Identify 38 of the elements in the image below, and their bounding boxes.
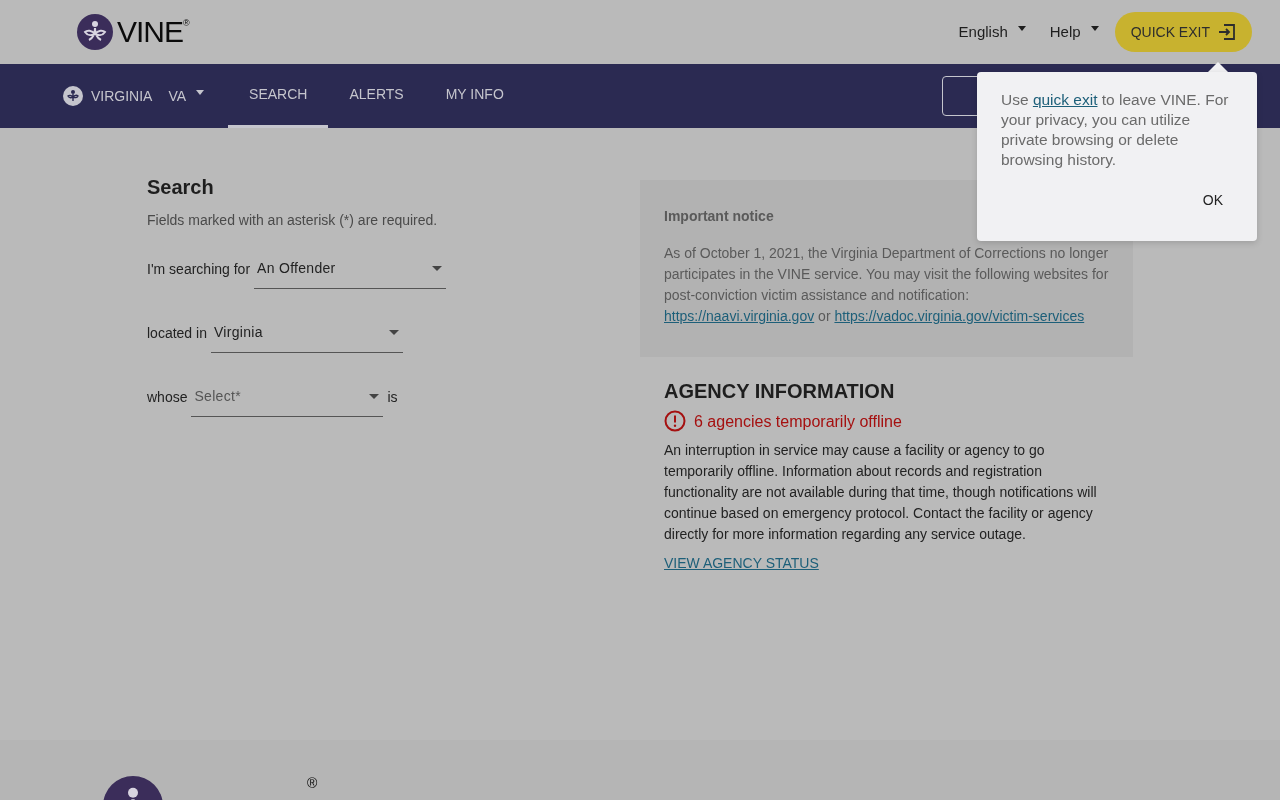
quick-exit-button[interactable]: QUICK EXIT: [1114, 12, 1252, 52]
caret-icon: [388, 330, 399, 335]
logo-text[interactable]: VINE$^{®}$: [117, 17, 189, 47]
search-title: Search: [147, 175, 215, 200]
select-field[interactable]: Select*: [191, 377, 384, 417]
state-name: VIRGINIA: [91, 86, 153, 106]
logo-icon: [77, 14, 113, 50]
offline-message: 6 agencies temporarily offline: [694, 411, 902, 432]
exit-icon: [1218, 24, 1236, 40]
field-label: located in: [147, 323, 207, 343]
agency-status-link[interactable]: VIEW AGENCY STATUS: [664, 555, 819, 571]
ok-button[interactable]: OK: [1192, 186, 1233, 215]
quick-exit-link[interactable]: quick exit: [1032, 91, 1098, 108]
notice-text: As of October 1, 2021, the Virginia Department of Corrections no longer participates in the VINE service. You may visit the following websites for post-conviction victim assistance and notification: https://naavi.virginia.gov or https://vadoc.virginia.gov/victim-services: [664, 244, 1109, 326]
field-label: I'm searching for: [147, 259, 251, 279]
select-field[interactable]: An Offender: [254, 249, 447, 289]
caret-icon: [1090, 25, 1099, 31]
field-label: whose: [147, 387, 188, 407]
help-menu[interactable]: Help: [1049, 20, 1099, 44]
language-menu[interactable]: English: [958, 20, 1026, 44]
field-label: is: [387, 387, 398, 407]
nav-tab[interactable]: MY INFO: [424, 64, 525, 128]
caret-icon: [1017, 25, 1026, 31]
notice-title: Important notice: [664, 207, 775, 226]
agency-title: AGENCY INFORMATION: [664, 381, 896, 402]
nav-tab[interactable]: SEARCH: [228, 64, 329, 128]
caret-icon: [196, 89, 205, 95]
nav-tab[interactable]: ALERTS: [328, 64, 425, 128]
state-seal-icon: [63, 86, 83, 106]
select-field[interactable]: Virginia: [210, 313, 403, 353]
caret-icon: [432, 266, 443, 271]
alert-icon: [664, 410, 686, 432]
required-hint: Fields marked with an asterisk (*) are required.: [147, 211, 439, 230]
state-dropdown[interactable]: VA: [168, 85, 205, 107]
popover-text: Use quick exit to leave VINE. For your privacy, you can utilize private browsing or delete browsing history.: [1001, 90, 1230, 170]
registered-mark: ®: [307, 776, 317, 790]
agency-text: An interruption in service may cause a facility or agency to go temporarily offline. Information about records and registration functionality are not available during that time, though notifications will continue based on emergency protocol. Contact the facility or agency directly for more information regarding any service outage.: [664, 441, 1098, 544]
caret-icon: [369, 394, 380, 399]
